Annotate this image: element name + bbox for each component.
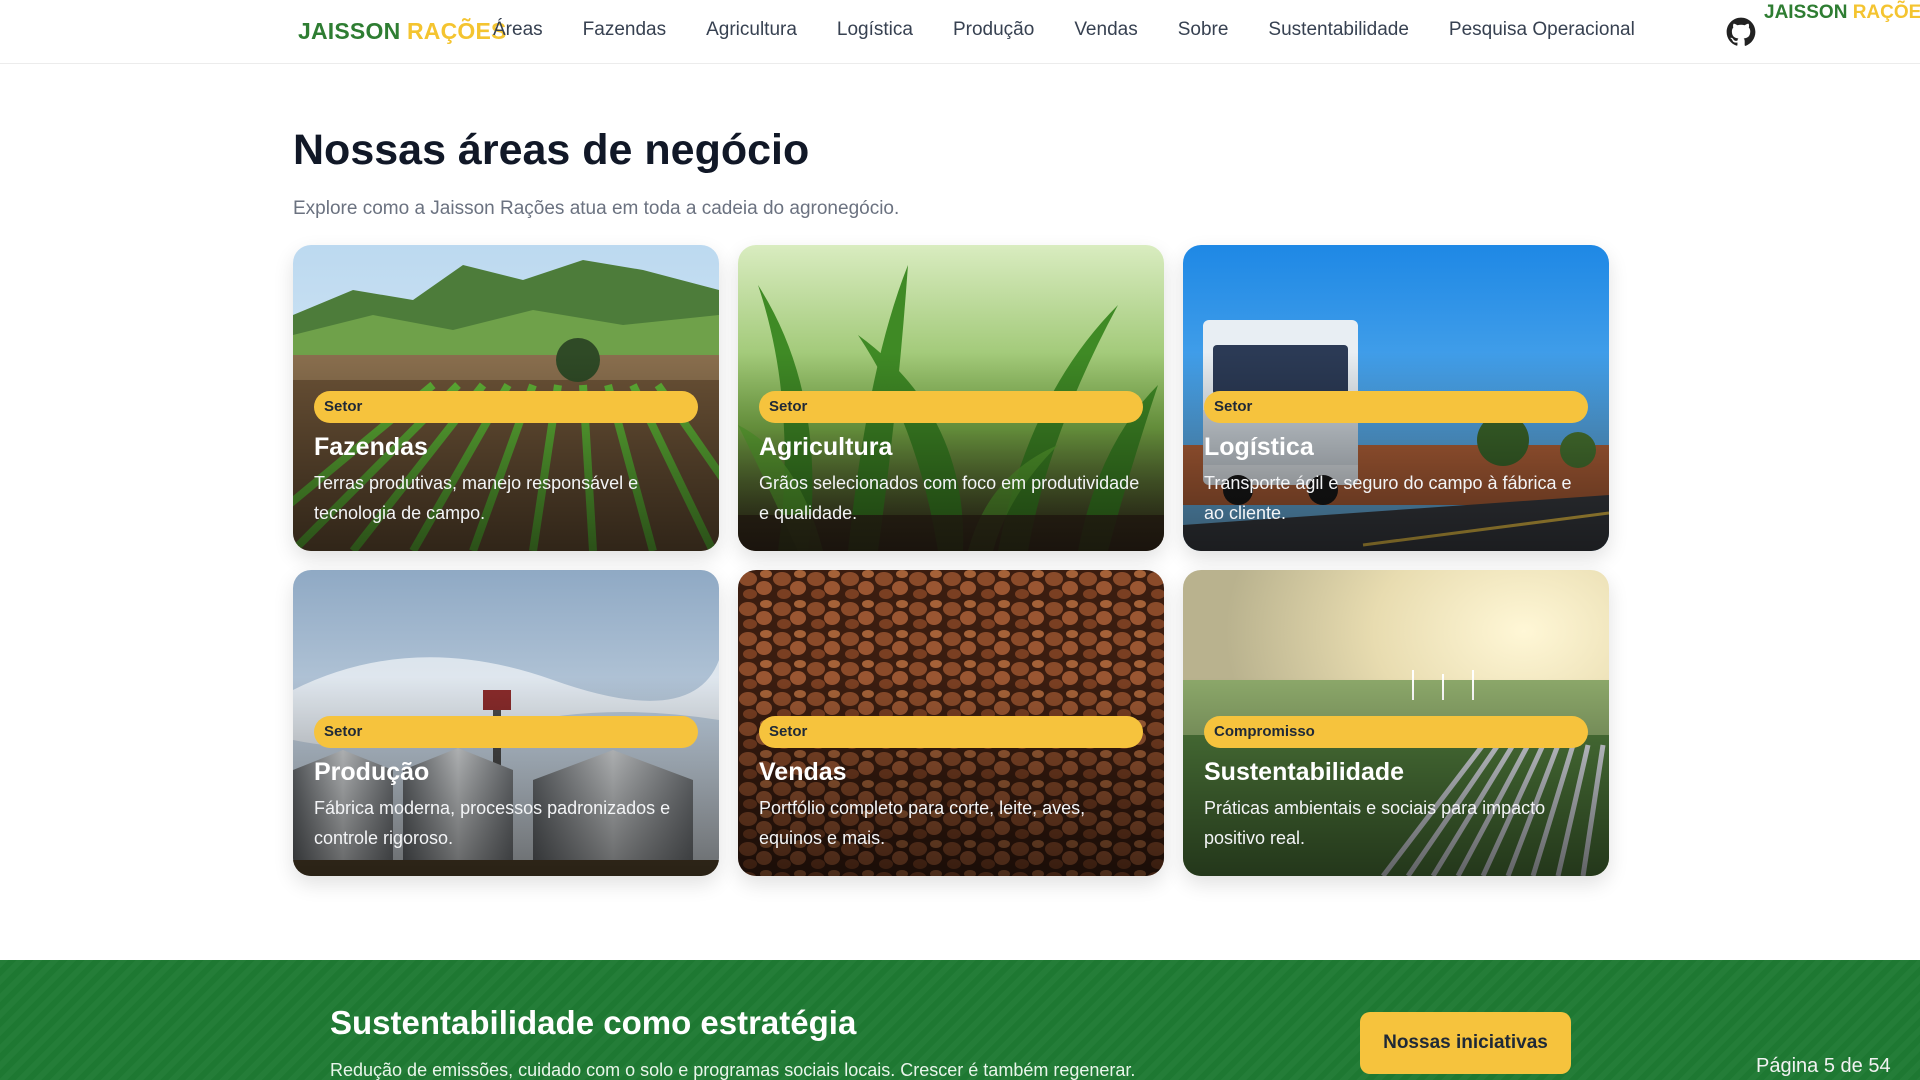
corner-brand-part2: RAÇÕES [1852,2,1920,23]
nav-link-logistica[interactable]: Logística [837,19,913,41]
page-indicator: Página 5 de 54 [1756,1055,1891,1077]
card-sustentabilidade-title: Sustentabilidade [1204,758,1405,786]
banner-title: Sustentabilidade como estratégia [330,1004,857,1041]
card-agricultura[interactable]: Setor Agricultura Grãos selecionados com… [738,245,1164,551]
card-sustentabilidade-desc: Práticas ambientais e sociais para impac… [1204,798,1546,848]
section-title: Nossas áreas de negócio [293,126,810,174]
card-producao-tag: Setor [314,716,698,748]
card-logistica-desc: Transporte ágil e seguro do campo à fábr… [1204,473,1572,523]
card-fazendas[interactable]: Setor Fazendas Terras produtivas, manejo… [293,245,719,551]
github-icon[interactable] [1726,17,1756,47]
card-logistica-title: Logística [1204,433,1314,461]
card-logistica[interactable]: Setor Logística Transporte ágil e seguro… [1183,245,1609,551]
main-nav: Áreas Fazendas Agricultura Logística Pro… [493,19,1675,41]
initiatives-button[interactable]: Nossas iniciativas [1360,1012,1571,1074]
brand-logo[interactable]: JAISSON RAÇÕES [298,18,507,45]
nav-link-producao[interactable]: Produção [953,19,1034,41]
card-sustentabilidade[interactable]: Compromisso Sustentabilidade Práticas am… [1183,570,1609,876]
nav-link-sustentabilidade[interactable]: Sustentabilidade [1268,19,1409,41]
card-producao[interactable]: Setor Produção Fábrica moderna, processo… [293,570,719,876]
corner-brand-part1: JAISSON [1764,2,1848,23]
card-fazendas-tag: Setor [314,391,698,423]
nav-link-fazendas[interactable]: Fazendas [583,19,666,41]
card-agricultura-tag: Setor [759,391,1143,423]
card-producao-desc: Fábrica moderna, processos padronizados … [314,798,671,848]
section-subtitle: Explore como a Jaisson Rações atua em to… [293,198,900,219]
banner-text: Redução de emissões, cuidado com o solo … [330,1060,1136,1080]
card-vendas[interactable]: Setor Vendas Portfólio completo para cor… [738,570,1164,876]
nav-link-vendas[interactable]: Vendas [1074,19,1137,41]
brand-logo-part2: RAÇÕES [406,18,507,44]
card-sustentabilidade-tag: Compromisso [1204,716,1588,748]
card-vendas-desc: Portfólio completo para corte, leite, av… [759,798,1086,848]
nav-link-areas[interactable]: Áreas [493,19,543,41]
card-fazendas-desc: Terras produtivas, manejo responsável e … [314,473,639,523]
card-logistica-tag: Setor [1204,391,1588,423]
nav-link-agricultura[interactable]: Agricultura [706,19,797,41]
brand-logo-part1: JAISSON [298,18,401,44]
card-agricultura-desc: Grãos selecionados com foco em produtivi… [759,473,1140,523]
card-producao-title: Produção [314,758,430,786]
card-vendas-tag: Setor [759,716,1143,748]
nav-link-pesquisa-operacional[interactable]: Pesquisa Operacional [1449,19,1635,41]
card-fazendas-title: Fazendas [314,433,428,461]
card-agricultura-title: Agricultura [759,433,893,461]
card-vendas-title: Vendas [759,758,847,786]
nav-link-sobre[interactable]: Sobre [1178,19,1229,41]
top-navbar: JAISSON RAÇÕES Áreas Fazendas Agricultur… [0,0,1920,64]
corner-brand-logo: JAISSON RAÇÕES [1764,2,1920,24]
business-areas-grid: Setor Fazendas Terras produtivas, manejo… [293,245,1609,876]
